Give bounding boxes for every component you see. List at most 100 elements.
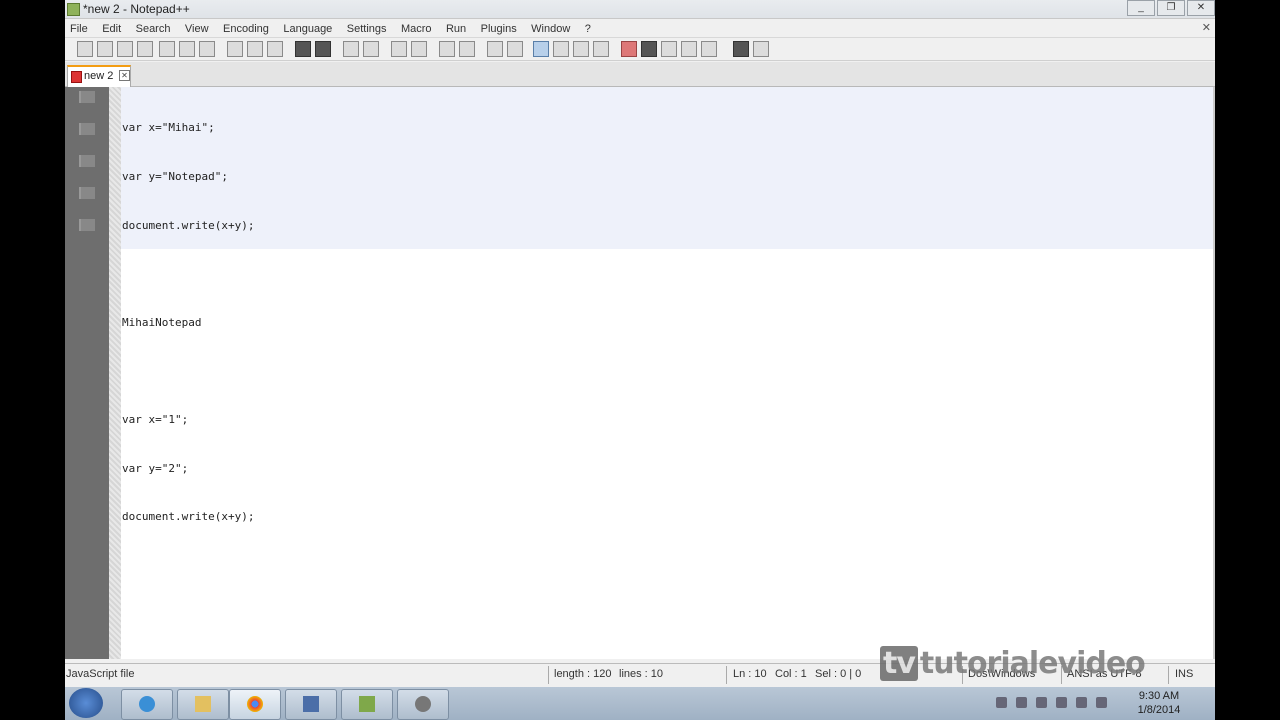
clock-date: 1/8/2014 [1137,704,1181,716]
paste-icon[interactable] [267,41,283,57]
status-file-type: JavaScript file [66,668,135,680]
volume-icon[interactable] [1076,697,1087,708]
save-macro-icon[interactable] [701,41,717,57]
status-insert-mode: INS [1175,668,1194,680]
doc-map-icon[interactable] [573,41,589,57]
replace-icon[interactable] [363,41,379,57]
word-wrap-icon[interactable] [487,41,503,57]
cut-icon[interactable] [227,41,243,57]
maximize-button[interactable]: ❐ [1157,0,1185,16]
stop-macro-icon[interactable] [641,41,657,57]
action-center-icon[interactable] [1016,697,1027,708]
tab-label: new 2 [84,70,114,82]
show-all-chars-icon[interactable] [507,41,523,57]
new-file-icon[interactable] [77,41,93,57]
close-document-x[interactable]: ✕ [1202,21,1211,34]
menu-language[interactable]: Language [278,21,337,35]
play-macro-icon[interactable] [661,41,677,57]
file-explorer-taskbar-button[interactable] [177,689,229,720]
gutter-mark [79,91,95,103]
code-line: document.write(x+y); [122,218,255,232]
language-icon[interactable] [553,41,569,57]
close-all-icon[interactable] [179,41,195,57]
internet-explorer-taskbar-button[interactable] [121,689,173,720]
copy-icon[interactable] [247,41,263,57]
minimize-button[interactable]: _ [1127,0,1155,16]
record-macro-icon[interactable] [621,41,637,57]
chrome-taskbar-button[interactable] [229,689,281,720]
menu-file[interactable]: File [65,21,93,35]
text-editor[interactable]: var x="Mihai"; var y="Notepad"; document… [121,87,1213,659]
code-line: var y="2"; [122,461,189,475]
function-list-icon[interactable] [593,41,609,57]
title-bar: *new 2 - Notepad++ _ ❐ ✕ [65,0,1215,19]
network-signal-icon[interactable] [1056,697,1067,708]
menu-bar: File Edit Search View Encoding Language … [65,19,1215,38]
menu-macro[interactable]: Macro [396,21,437,35]
taskbar-clock[interactable]: 9:30 AM 1/8/2014 [1129,689,1189,717]
zoom-out-icon[interactable] [411,41,427,57]
menu-settings[interactable]: Settings [342,21,392,35]
internet-explorer-icon [139,696,155,712]
gutter-mark [79,219,95,231]
menu-help[interactable]: ? [580,21,596,35]
toolbar [65,38,1215,61]
zoom-in-icon[interactable] [391,41,407,57]
save-all-icon[interactable] [137,41,153,57]
tab-bar: new 2 ✕ [65,62,1215,87]
print-icon[interactable] [199,41,215,57]
redo-icon[interactable] [315,41,331,57]
menu-window[interactable]: Window [526,21,575,35]
plugin-icon[interactable] [733,41,749,57]
find-icon[interactable] [343,41,359,57]
notepadpp-taskbar-button[interactable] [341,689,393,720]
menu-search[interactable]: Search [131,21,176,35]
gutter-mark [79,123,95,135]
show-hidden-icons-icon[interactable] [996,697,1007,708]
code-line: var x="1"; [122,412,189,426]
device-icon[interactable] [1036,697,1047,708]
menu-encoding[interactable]: Encoding [218,21,274,35]
media-app-taskbar-button[interactable] [397,689,449,720]
sync-horizontal-icon[interactable] [459,41,475,57]
tab-close-icon[interactable]: ✕ [119,70,130,81]
sync-vertical-icon[interactable] [439,41,455,57]
watermark-text: tutorialevideo [919,646,1146,681]
vertical-scrollbar[interactable] [1213,87,1215,659]
chrome-icon [247,696,263,712]
media-app-icon [415,696,431,712]
gutter-mark [79,155,95,167]
menu-plugins[interactable]: Plugins [476,21,522,35]
undo-icon[interactable] [295,41,311,57]
close-icon[interactable] [159,41,175,57]
menu-view[interactable]: View [180,21,214,35]
status-column: Col : 1 [775,668,807,680]
close-window-button[interactable]: ✕ [1187,0,1215,16]
run-macro-multiple-icon[interactable] [681,41,697,57]
save-icon[interactable] [117,41,133,57]
tab-new-2[interactable]: new 2 ✕ [67,65,131,87]
menu-edit[interactable]: Edit [97,21,126,35]
code-line: var x="Mihai"; [122,121,215,135]
code-line: MihaiNotepad [122,315,202,329]
code-line: document.write(x+y); [122,510,255,524]
code-area: var x="Mihai"; var y="Notepad"; document… [122,88,254,606]
start-orb-icon[interactable] [69,688,103,718]
notepadpp-icon [359,696,375,712]
open-file-icon[interactable] [97,41,113,57]
code-line: var y="Notepad"; [122,170,228,183]
status-divider [726,666,727,684]
notepadpp-app-icon [67,3,80,16]
indent-guide-icon[interactable] [533,41,549,57]
menu-run[interactable]: Run [441,21,471,35]
folder-icon [195,696,211,712]
status-length: length : 120 [554,668,612,680]
help-icon[interactable] [1096,697,1107,708]
network-taskbar-button[interactable] [285,689,337,720]
selection-highlight [121,87,1213,249]
windows-taskbar: 9:30 AM 1/8/2014 [65,687,1215,720]
folder-plugin-icon[interactable] [753,41,769,57]
